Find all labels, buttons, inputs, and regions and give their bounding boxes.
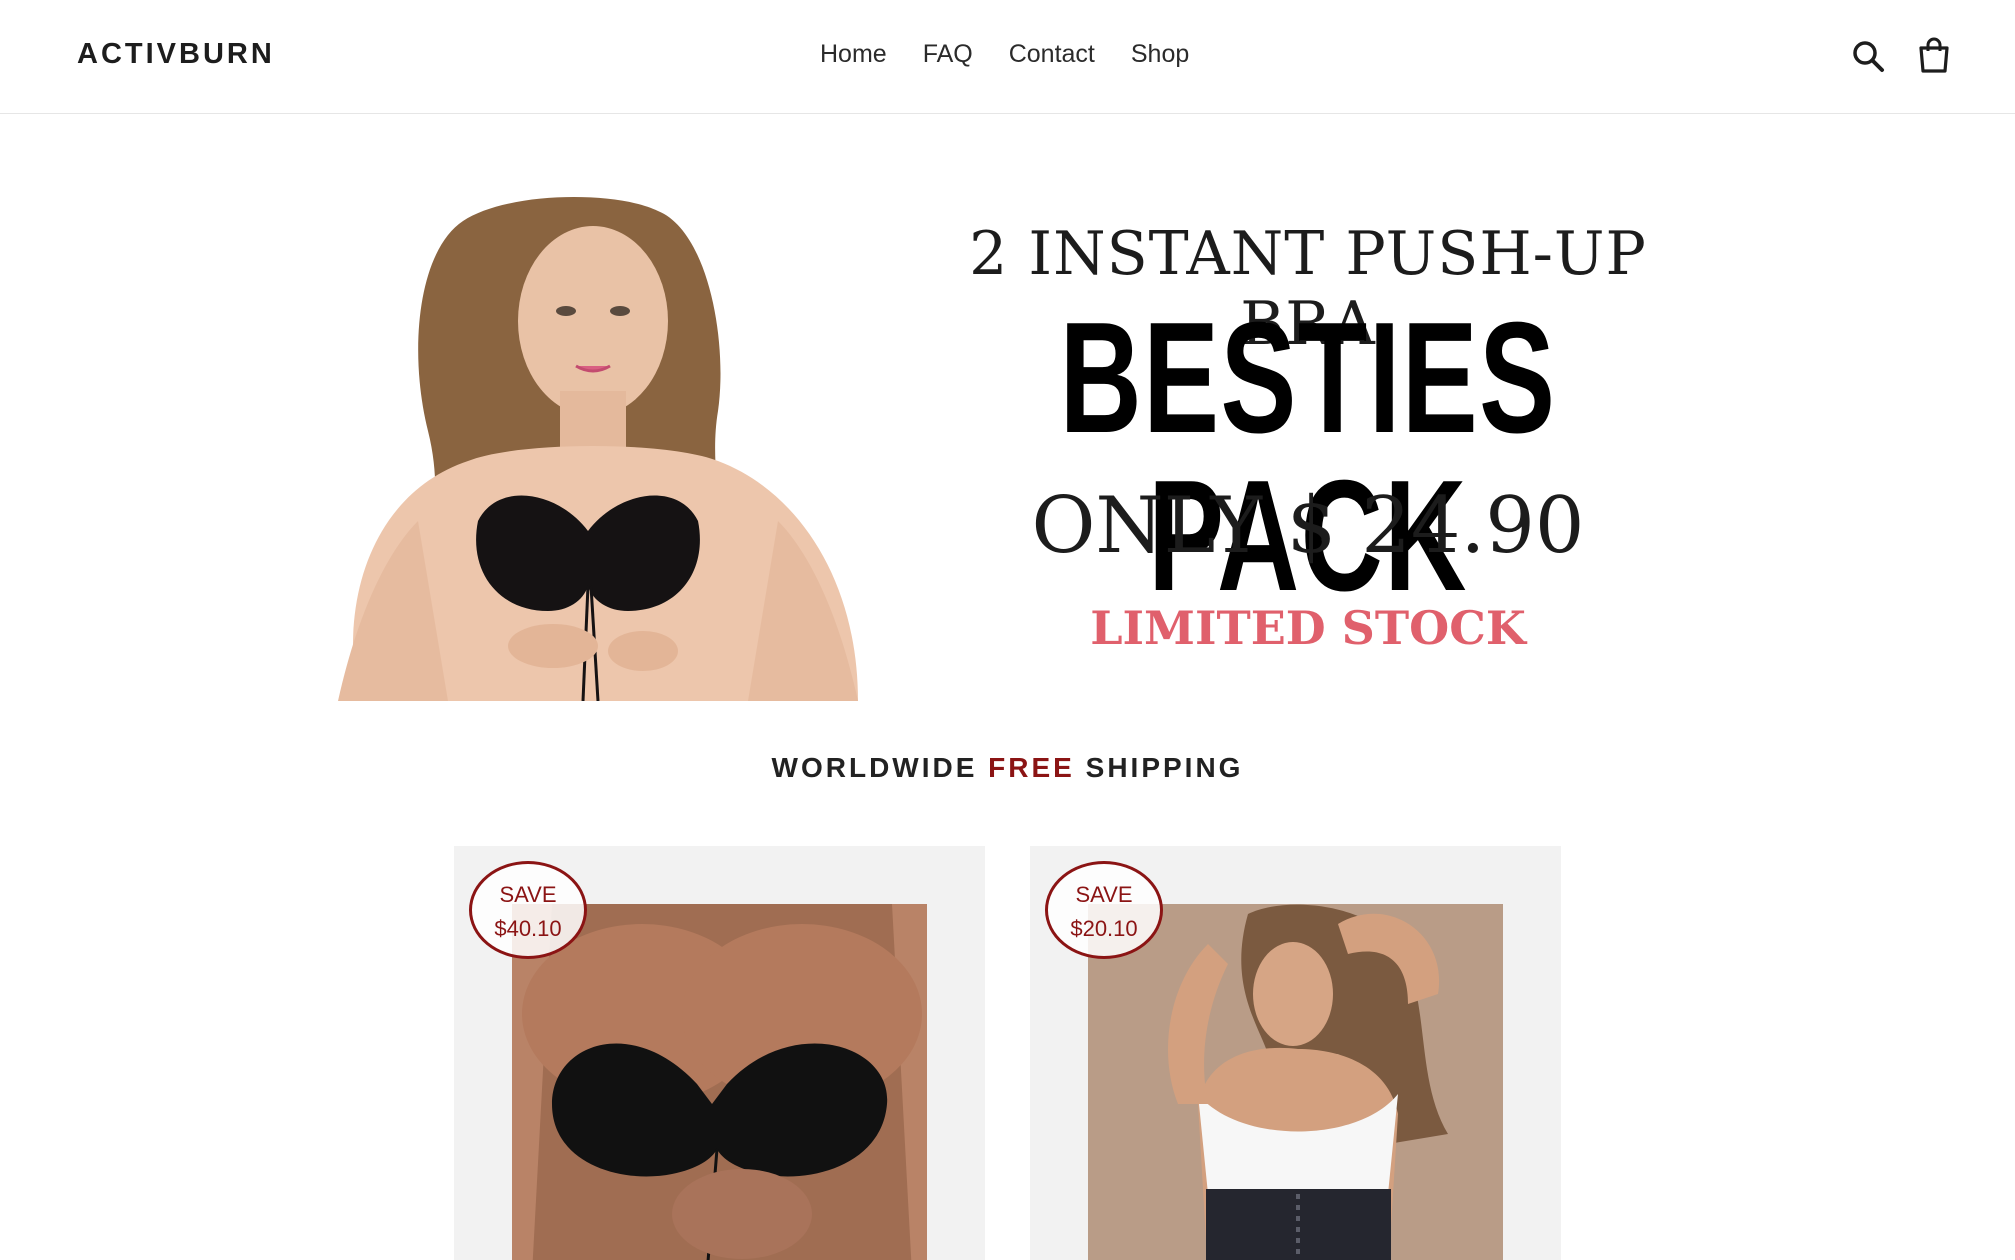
- sale-badge: SAVE $20.10: [1045, 861, 1163, 959]
- nav-shop[interactable]: Shop: [1113, 40, 1207, 69]
- sale-badge-label: SAVE: [1075, 882, 1133, 907]
- hero-price: ONLY $ 24.90: [1031, 481, 1585, 571]
- product-image[interactable]: [1088, 904, 1503, 1260]
- nav-contact[interactable]: Contact: [991, 40, 1113, 69]
- product-card[interactable]: SAVE $20.10: [1030, 846, 1561, 1260]
- cart-icon[interactable]: [1917, 36, 1951, 74]
- site-logo[interactable]: ACTIVBURN: [77, 38, 275, 71]
- hero-stock-notice: LIMITED STOCK: [1090, 601, 1526, 655]
- hero-banner[interactable]: 2 INSTANT PUSH-UP BRA BESTIES PACK ONLY …: [298, 191, 1718, 701]
- site-header: ACTIVBURN Home FAQ Contact Shop: [0, 0, 2015, 114]
- nav-home[interactable]: Home: [802, 40, 905, 69]
- product-card[interactable]: SAVE $40.10: [454, 846, 985, 1260]
- shipping-text-start: WORLDWIDE: [771, 752, 989, 783]
- sale-badge-amount: $20.10: [1070, 916, 1138, 941]
- hero-model-photo: [298, 191, 888, 701]
- shipping-text-end: SHIPPING: [1074, 752, 1244, 783]
- shipping-text-free: FREE: [988, 752, 1075, 783]
- search-icon[interactable]: [1850, 38, 1886, 74]
- product-image[interactable]: [512, 904, 927, 1260]
- sale-badge-label: SAVE: [499, 882, 557, 907]
- shipping-banner: WORLDWIDE FREE SHIPPING: [0, 752, 2015, 784]
- main-nav: Home FAQ Contact Shop: [802, 40, 1207, 69]
- sale-badge-amount: $40.10: [494, 916, 562, 941]
- nav-faq[interactable]: FAQ: [905, 40, 991, 69]
- sale-badge: SAVE $40.10: [469, 861, 587, 959]
